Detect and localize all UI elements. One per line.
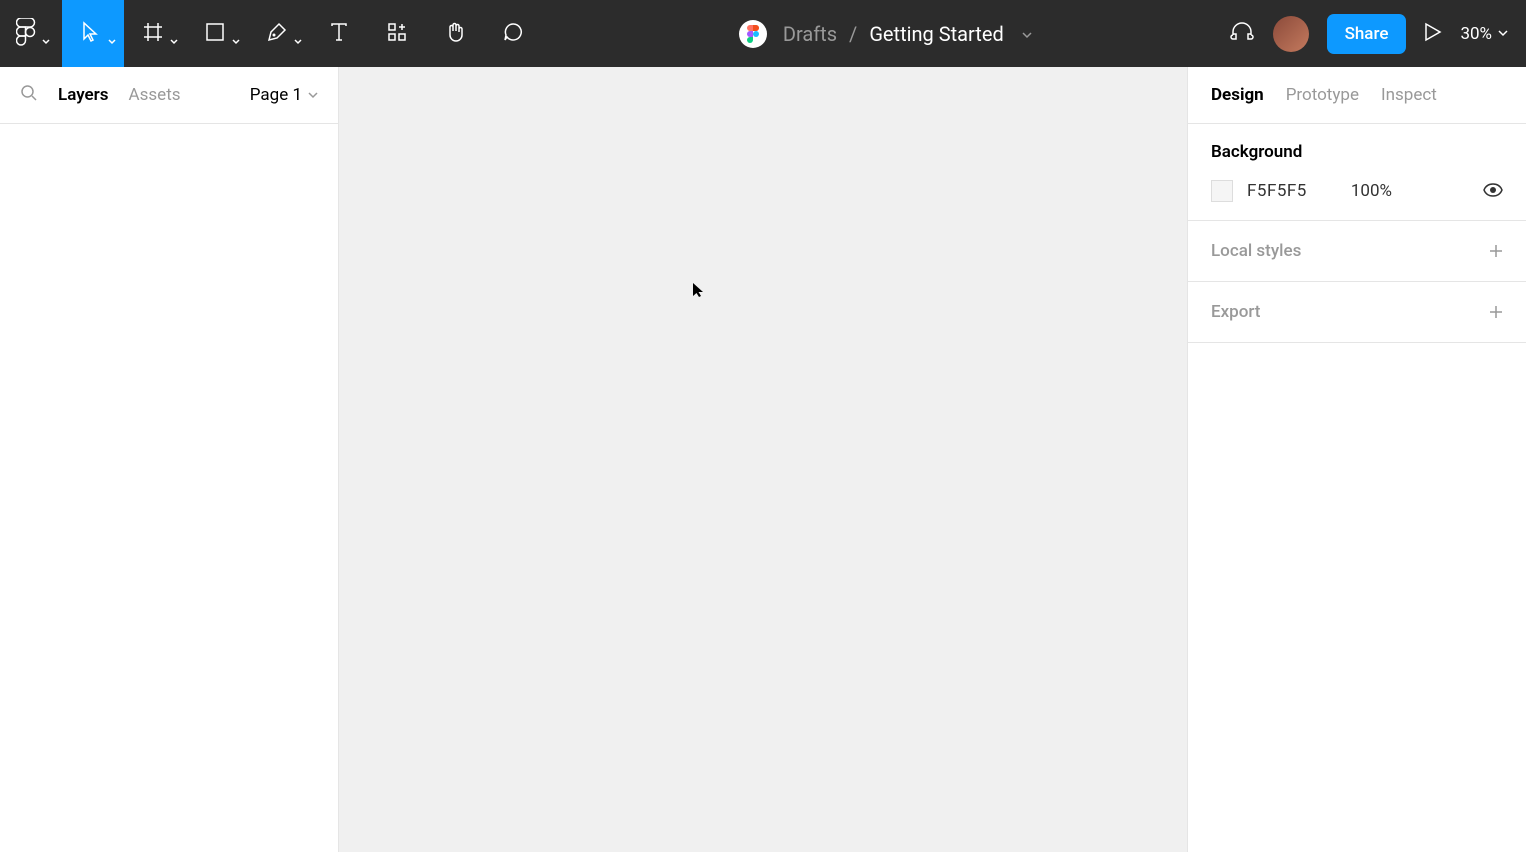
- move-tool-button[interactable]: [62, 0, 124, 67]
- right-panel: Design Prototype Inspect Background F5F5…: [1187, 67, 1526, 852]
- chevron-down-icon: [170, 30, 178, 38]
- assets-tab[interactable]: Assets: [129, 85, 181, 105]
- pen-tool-button[interactable]: [248, 0, 310, 67]
- page-selector[interactable]: Page 1: [250, 85, 318, 105]
- export-title: Export: [1211, 302, 1260, 322]
- zoom-value: 30%: [1460, 24, 1492, 44]
- chevron-down-icon: [232, 30, 240, 38]
- export-section: Export: [1188, 282, 1526, 343]
- pen-icon: [266, 21, 288, 47]
- text-tool-button[interactable]: [310, 0, 368, 67]
- color-input[interactable]: F5F5F5 100%: [1211, 180, 1392, 202]
- chevron-down-icon[interactable]: [1022, 24, 1032, 43]
- headphones-icon[interactable]: [1229, 19, 1255, 49]
- cursor-icon: [692, 282, 706, 302]
- hand-icon: [444, 21, 466, 47]
- text-icon: [328, 21, 350, 47]
- resources-button[interactable]: [368, 0, 426, 67]
- chevron-down-icon: [42, 30, 50, 38]
- toolbar-right: Share 30%: [1229, 0, 1526, 67]
- cursor-icon: [80, 21, 102, 47]
- chevron-down-icon: [108, 30, 116, 38]
- comment-tool-button[interactable]: [484, 0, 542, 67]
- shape-tool-button[interactable]: [186, 0, 248, 67]
- file-icon: [739, 20, 767, 48]
- breadcrumb-file[interactable]: Getting Started: [869, 22, 1003, 46]
- figma-icon: [16, 18, 36, 50]
- top-toolbar: Drafts / Getting Started Share 30%: [0, 0, 1526, 67]
- share-button[interactable]: Share: [1327, 14, 1407, 54]
- figma-menu-button[interactable]: [0, 0, 62, 67]
- color-hex: F5F5F5: [1247, 181, 1307, 201]
- breadcrumb-folder[interactable]: Drafts: [783, 22, 837, 46]
- rectangle-icon: [204, 21, 226, 47]
- local-styles-row: Local styles: [1211, 239, 1503, 263]
- toolbar-center: Drafts / Getting Started: [542, 20, 1229, 48]
- left-tabs: Layers Assets: [20, 84, 181, 106]
- design-tab[interactable]: Design: [1211, 85, 1264, 105]
- export-row: Export: [1211, 300, 1503, 324]
- layers-tab[interactable]: Layers: [58, 85, 109, 105]
- frame-tool-button[interactable]: [124, 0, 186, 67]
- color-swatch: [1211, 180, 1233, 202]
- plus-icon[interactable]: [1489, 300, 1503, 324]
- toolbar-left: [0, 0, 542, 67]
- chevron-down-icon: [308, 92, 318, 99]
- resources-icon: [386, 21, 408, 47]
- hand-tool-button[interactable]: [426, 0, 484, 67]
- left-panel: Layers Assets Page 1: [0, 67, 339, 852]
- background-title: Background: [1211, 142, 1503, 162]
- zoom-control[interactable]: 30%: [1460, 24, 1508, 44]
- left-panel-header: Layers Assets Page 1: [0, 67, 338, 124]
- search-icon[interactable]: [20, 84, 38, 106]
- breadcrumb-separator: /: [849, 22, 857, 46]
- page-label: Page 1: [250, 85, 302, 105]
- inspect-tab[interactable]: Inspect: [1381, 85, 1437, 105]
- canvas[interactable]: [339, 67, 1187, 852]
- eye-icon[interactable]: [1483, 182, 1503, 201]
- play-icon[interactable]: [1424, 22, 1442, 46]
- chevron-down-icon: [1498, 30, 1508, 37]
- main-content: Layers Assets Page 1 Design Prototype In…: [0, 67, 1526, 852]
- frame-icon: [142, 21, 164, 47]
- color-opacity: 100%: [1351, 181, 1392, 201]
- comment-icon: [502, 21, 524, 47]
- plus-icon[interactable]: [1489, 239, 1503, 263]
- background-row: F5F5F5 100%: [1211, 180, 1503, 202]
- local-styles-section: Local styles: [1188, 221, 1526, 282]
- background-section: Background F5F5F5 100%: [1188, 124, 1526, 221]
- prototype-tab[interactable]: Prototype: [1286, 85, 1359, 105]
- right-panel-header: Design Prototype Inspect: [1188, 67, 1526, 124]
- chevron-down-icon: [294, 30, 302, 38]
- user-avatar[interactable]: [1273, 16, 1309, 52]
- local-styles-title: Local styles: [1211, 241, 1301, 261]
